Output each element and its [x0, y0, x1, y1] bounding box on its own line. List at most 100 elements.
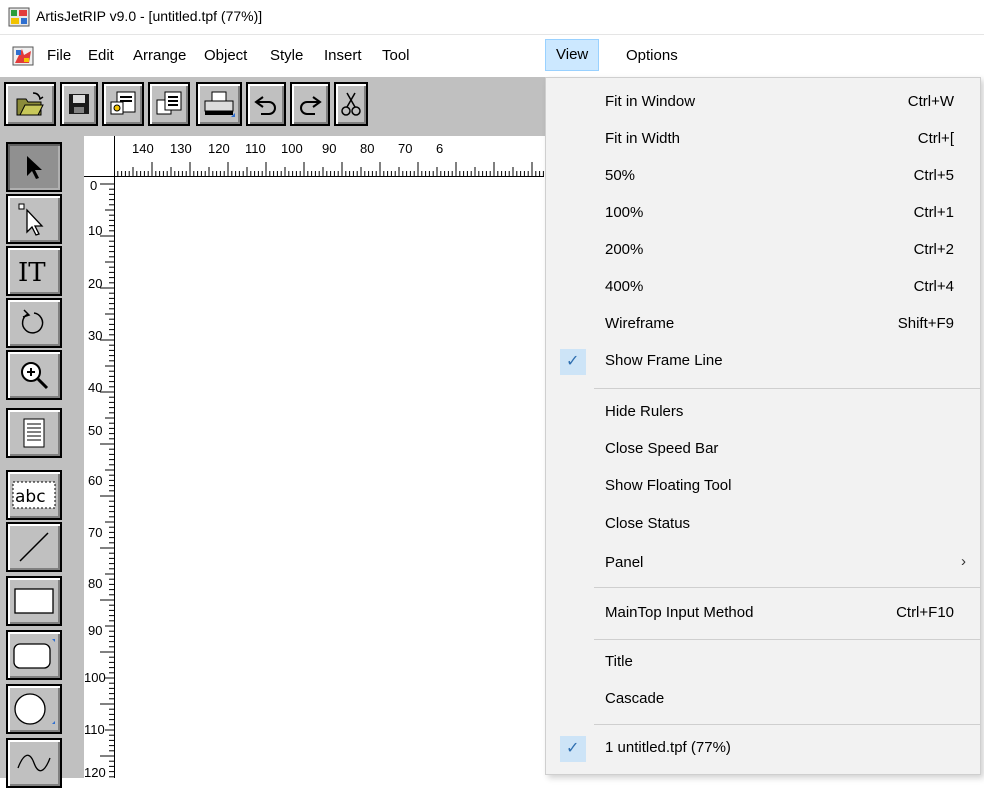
horizontal-ruler: 140 130 120 110 100 90 80 70 6: [84, 136, 544, 177]
save-button[interactable]: [60, 82, 98, 126]
menu-item-maintop-input-method[interactable]: MainTop Input Method Ctrl+F10: [546, 595, 980, 632]
menu-item-cascade[interactable]: Cascade: [546, 681, 980, 718]
menu-item-panel[interactable]: Panel ›: [546, 545, 980, 582]
menu-item-zoom-400[interactable]: 400% Ctrl+4: [546, 269, 980, 306]
menu-item-close-speed-bar[interactable]: Close Speed Bar: [546, 431, 980, 468]
menu-item-zoom-100[interactable]: 100% Ctrl+1: [546, 195, 980, 232]
menu-item-label: 1 untitled.tpf (77%): [605, 739, 731, 756]
vertical-ruler: 0 10 20 30 40 50 60 70 80 90 100 110 120: [84, 136, 115, 780]
menu-item-shortcut: Ctrl+5: [913, 167, 954, 184]
rounded-rectangle-tool[interactable]: [6, 630, 62, 680]
menu-insert[interactable]: Insert: [322, 47, 364, 64]
ruler-label: 10: [88, 223, 103, 238]
speed-bar: [0, 77, 560, 136]
cut-button[interactable]: [334, 82, 368, 126]
menu-item-label: Close Status: [605, 515, 691, 532]
menu-item-fit-in-window[interactable]: Fit in Window Ctrl+W: [546, 84, 980, 121]
menu-item-shortcut: Ctrl+W: [907, 93, 954, 110]
menu-item-label: 400%: [605, 278, 644, 295]
ruler-label: 90: [88, 623, 103, 638]
menu-tool[interactable]: Tool: [380, 47, 412, 64]
checkmark-icon: ✓: [560, 736, 586, 762]
curve-tool[interactable]: [6, 738, 62, 788]
title-bar: ArtisJetRIP v9.0 - [untitled.tpf (77%)]: [0, 0, 984, 35]
menu-item-show-floating-tool[interactable]: Show Floating Tool: [546, 468, 980, 505]
tool-strip: IT abc: [0, 136, 84, 788]
ruler-label: 100: [281, 141, 303, 156]
menu-item-close-status[interactable]: Close Status: [546, 506, 980, 543]
menu-object[interactable]: Object: [202, 47, 249, 64]
rectangle-tool[interactable]: [6, 576, 62, 626]
import-icon: [110, 91, 136, 115]
ruler-label: 50: [88, 423, 103, 438]
menu-item-fit-in-width[interactable]: Fit in Width Ctrl+[: [546, 121, 980, 158]
menu-edit[interactable]: Edit: [86, 47, 116, 64]
menu-style[interactable]: Style: [268, 47, 305, 64]
menu-item-title[interactable]: Title: [546, 644, 980, 681]
save-icon: [69, 94, 89, 114]
rotate-tool[interactable]: [6, 298, 62, 348]
menu-arrange[interactable]: Arrange: [131, 47, 188, 64]
redo-button[interactable]: [290, 82, 330, 126]
undo-icon: [254, 96, 276, 115]
ruler-label: 100: [84, 670, 106, 685]
ruler-label: 60: [88, 473, 103, 488]
menu-item-label: 200%: [605, 241, 644, 258]
zoom-icon: [21, 362, 49, 390]
text-icon: IT: [18, 258, 46, 287]
document-icon[interactable]: [12, 46, 34, 66]
ruler-label: 70: [398, 141, 413, 156]
print-button[interactable]: [196, 82, 242, 126]
menu-item-hide-rulers[interactable]: Hide Rulers: [546, 394, 980, 431]
menu-bar: File Edit Arrange Object Style Insert To…: [0, 35, 984, 77]
menu-separator: [594, 724, 980, 725]
curve-icon: [17, 754, 51, 772]
ruler-label: 30: [88, 328, 103, 343]
menu-item-show-frame-line[interactable]: ✓ Show Frame Line: [546, 343, 980, 380]
open-icon: [16, 92, 44, 116]
menu-separator: [594, 388, 980, 389]
export-button[interactable]: [148, 82, 190, 126]
zoom-tool[interactable]: [6, 350, 62, 400]
rounded-rectangle-icon: [13, 639, 55, 669]
menu-item-wireframe[interactable]: Wireframe Shift+F9: [546, 306, 980, 343]
ellipse-tool[interactable]: [6, 684, 62, 734]
ruler-label: 80: [360, 141, 375, 156]
menu-item-label: Show Frame Line: [605, 352, 723, 369]
ruler-label: 120: [84, 765, 106, 780]
ruler-label: 130: [170, 141, 192, 156]
line-icon: [19, 532, 49, 562]
drawing-canvas[interactable]: [115, 177, 555, 778]
menu-item-label: Panel: [605, 554, 644, 571]
ruler-label: 6: [436, 141, 444, 156]
ruler-label: 140: [132, 141, 154, 156]
menu-item-label: Show Floating Tool: [605, 477, 732, 494]
menu-item-label: Fit in Window: [605, 93, 696, 110]
svg-text:abc: abc: [15, 487, 46, 507]
menu-item-window-untitled[interactable]: ✓ 1 untitled.tpf (77%): [546, 730, 980, 767]
text-tool[interactable]: IT: [6, 246, 62, 296]
ruler-label: 80: [88, 576, 103, 591]
ruler-corner: [84, 136, 115, 177]
rectangle-icon: [14, 588, 54, 614]
page-tool[interactable]: [6, 408, 62, 458]
rotate-icon: [21, 309, 44, 334]
menu-options[interactable]: Options: [624, 47, 680, 64]
menu-item-label: Cascade: [605, 690, 665, 707]
menu-item-label: MainTop Input Method: [605, 604, 754, 621]
undo-button[interactable]: [246, 82, 286, 126]
menu-item-zoom-50[interactable]: 50% Ctrl+5: [546, 158, 980, 195]
menu-item-zoom-200[interactable]: 200% Ctrl+2: [546, 232, 980, 269]
menu-item-label: Hide Rulers: [605, 403, 684, 420]
ruler-label: 90: [322, 141, 337, 156]
text-frame-tool[interactable]: abc: [6, 470, 62, 520]
checkmark-icon: ✓: [560, 349, 586, 375]
menu-view[interactable]: View: [545, 39, 600, 71]
menu-file[interactable]: File: [45, 47, 73, 64]
open-button[interactable]: [4, 82, 56, 126]
ruler-label: 0: [90, 178, 98, 193]
line-tool[interactable]: [6, 522, 62, 572]
node-edit-tool[interactable]: [6, 194, 62, 244]
pointer-tool[interactable]: [6, 142, 62, 192]
import-button[interactable]: [102, 82, 144, 126]
